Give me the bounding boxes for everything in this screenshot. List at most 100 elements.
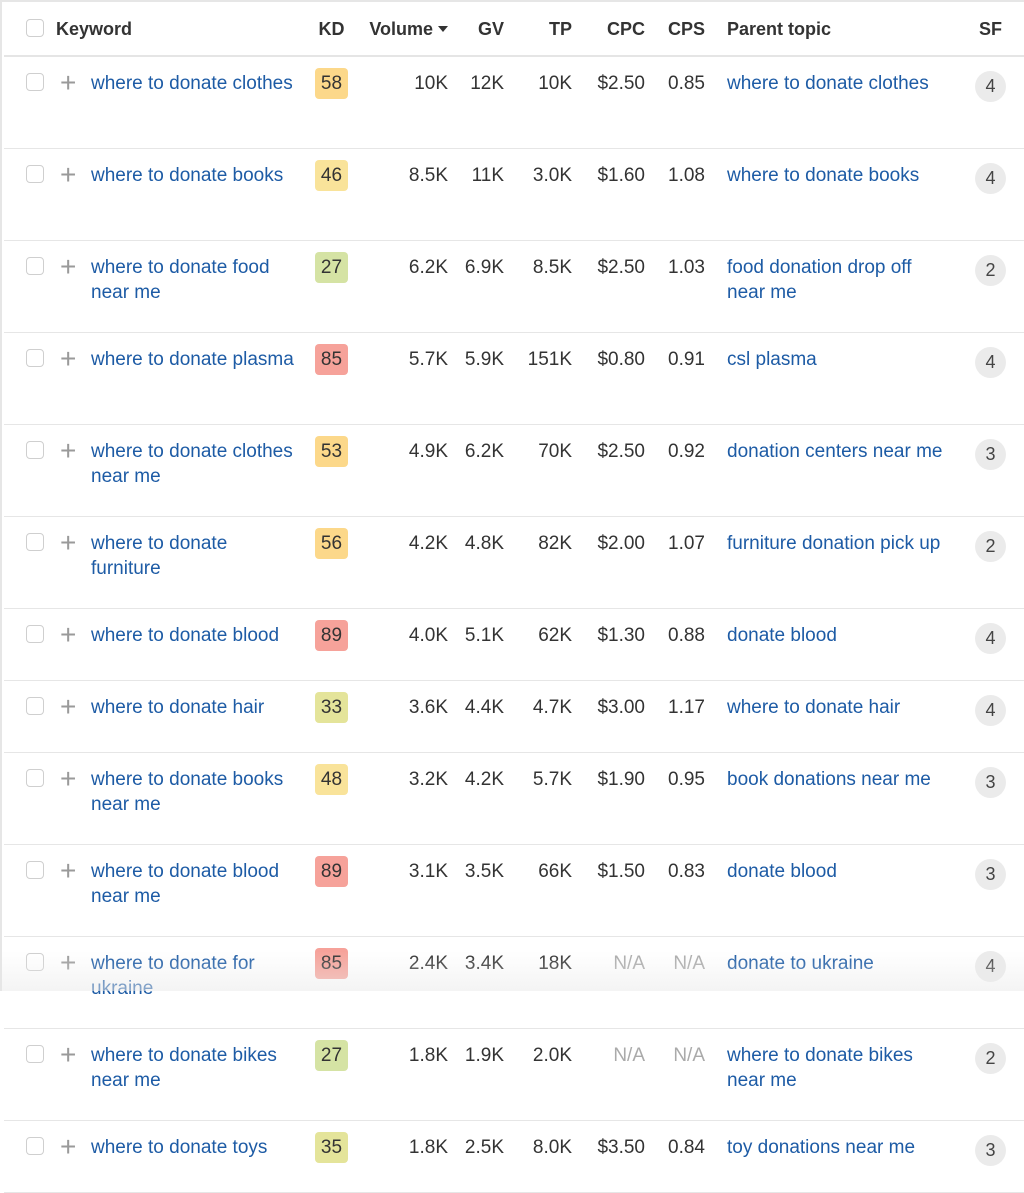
row-checkbox[interactable] xyxy=(26,349,44,367)
parent-topic-link[interactable]: book donations near me xyxy=(727,769,931,790)
column-header-cpc[interactable]: CPC xyxy=(578,4,651,56)
kd-badge: 53 xyxy=(315,436,348,467)
column-header-parent-topic[interactable]: Parent topic xyxy=(713,4,955,56)
keyword-link[interactable]: where to donate blood xyxy=(91,625,279,646)
parent-topic-link[interactable]: donate blood xyxy=(727,861,837,882)
volume-cell: 3.2K xyxy=(408,769,448,790)
keyword-link[interactable]: where to donate clothes xyxy=(91,73,293,94)
row-select-cell xyxy=(4,333,56,425)
keyword-cell: where to donate toys xyxy=(91,1121,309,1193)
keyword-link[interactable]: where to donate plasma xyxy=(91,349,294,370)
parent-topic-link[interactable]: food donation drop off near me xyxy=(727,257,912,303)
serp-features-badge[interactable]: 4 xyxy=(975,347,1006,378)
add-to-list-icon[interactable]: + xyxy=(56,937,91,1029)
serp-features-badge[interactable]: 2 xyxy=(975,1043,1006,1074)
row-checkbox[interactable] xyxy=(26,697,44,715)
keyword-link[interactable]: where to donate for ukraine xyxy=(91,953,255,999)
keyword-link[interactable]: where to donate books near me xyxy=(91,769,283,815)
column-header-keyword[interactable]: Keyword xyxy=(56,4,309,56)
keyword-link[interactable]: where to donate blood near me xyxy=(91,861,279,907)
add-to-list-icon[interactable]: + xyxy=(56,149,91,241)
add-to-list-icon[interactable]: + xyxy=(56,681,91,753)
cpc-cell: N/A xyxy=(613,1045,645,1066)
keyword-link[interactable]: where to donate furniture xyxy=(91,533,227,579)
add-to-list-icon[interactable]: + xyxy=(56,753,91,845)
row-checkbox[interactable] xyxy=(26,953,44,971)
keyword-link[interactable]: where to donate hair xyxy=(91,697,264,718)
column-header-sf[interactable]: SF xyxy=(955,4,1024,56)
row-checkbox[interactable] xyxy=(26,1137,44,1155)
parent-topic-link[interactable]: toy donations near me xyxy=(727,1137,915,1158)
parent-topic-link[interactable]: furniture donation pick up xyxy=(727,533,940,554)
serp-features-badge[interactable]: 2 xyxy=(975,531,1006,562)
column-header-cps[interactable]: CPS xyxy=(651,4,713,56)
row-checkbox[interactable] xyxy=(26,257,44,275)
volume-cell: 2.4K xyxy=(408,953,448,974)
serp-features-badge[interactable]: 4 xyxy=(975,623,1006,654)
serp-features-badge[interactable]: 4 xyxy=(975,951,1006,982)
add-to-list-icon[interactable]: + xyxy=(56,333,91,425)
select-all-checkbox[interactable] xyxy=(26,19,44,38)
parent-topic-link[interactable]: donate blood xyxy=(727,625,837,646)
serp-features-badge[interactable]: 4 xyxy=(975,163,1006,194)
parent-topic-link[interactable]: where to donate hair xyxy=(727,697,900,718)
row-select-cell xyxy=(4,937,56,1029)
row-checkbox[interactable] xyxy=(26,441,44,459)
serp-features-badge[interactable]: 3 xyxy=(975,767,1006,798)
tp-cell: 10K xyxy=(538,73,572,94)
tp-cell: 4.7K xyxy=(532,697,572,718)
serp-features-badge[interactable]: 4 xyxy=(975,695,1006,726)
serp-features-badge[interactable]: 4 xyxy=(975,71,1006,102)
row-checkbox[interactable] xyxy=(26,861,44,879)
row-checkbox[interactable] xyxy=(26,625,44,643)
serp-features-badge[interactable]: 3 xyxy=(975,439,1006,470)
kd-cell: 48 xyxy=(309,753,354,845)
add-to-list-icon[interactable]: + xyxy=(56,1121,91,1193)
row-checkbox[interactable] xyxy=(26,165,44,183)
add-to-list-icon[interactable]: + xyxy=(56,56,91,149)
keyword-link[interactable]: where to donate books xyxy=(91,165,283,186)
cpc-cell: $1.50 xyxy=(597,861,645,882)
cps-cell: 0.88 xyxy=(668,625,705,646)
add-to-list-icon[interactable]: + xyxy=(56,425,91,517)
tp-cell: 151K xyxy=(527,349,572,370)
keyword-cell: where to donate blood near me xyxy=(91,845,309,937)
add-to-list-icon[interactable]: + xyxy=(56,845,91,937)
row-checkbox[interactable] xyxy=(26,73,44,91)
parent-topic-link[interactable]: donate to ukraine xyxy=(727,953,874,974)
keyword-link[interactable]: where to donate food near me xyxy=(91,257,270,303)
row-checkbox[interactable] xyxy=(26,533,44,551)
column-header-kd[interactable]: KD xyxy=(309,4,354,56)
add-to-list-icon[interactable]: + xyxy=(56,1029,91,1121)
column-header-volume[interactable]: Volume xyxy=(354,4,448,56)
row-checkbox[interactable] xyxy=(26,769,44,787)
keyword-cell: where to donate plasma xyxy=(91,333,309,425)
row-checkbox[interactable] xyxy=(26,1045,44,1063)
parent-topic-link[interactable]: donation centers near me xyxy=(727,441,942,462)
add-to-list-icon[interactable]: + xyxy=(56,609,91,681)
serp-features-badge[interactable]: 3 xyxy=(975,1135,1006,1166)
parent-topic-link[interactable]: csl plasma xyxy=(727,349,817,370)
keyword-link[interactable]: where to donate clothes near me xyxy=(91,441,293,487)
gv-cell: 3.4K xyxy=(464,953,504,974)
parent-topic-link[interactable]: where to donate books xyxy=(727,165,919,186)
parent-topic-cell: where to donate clothes xyxy=(713,56,955,149)
sf-cell: 4 xyxy=(955,149,1024,241)
column-header-tp[interactable]: TP xyxy=(510,4,578,56)
parent-topic-link[interactable]: where to donate clothes xyxy=(727,73,929,94)
tp-cell: 18K xyxy=(538,953,572,974)
add-to-list-icon[interactable]: + xyxy=(56,241,91,333)
add-to-list-icon[interactable]: + xyxy=(56,517,91,609)
parent-topic-link[interactable]: where to donate bikes near me xyxy=(727,1045,913,1091)
serp-features-badge[interactable]: 2 xyxy=(975,255,1006,286)
table-row: + where to donate books near me 48 3.2K … xyxy=(4,753,1024,845)
kd-badge: 46 xyxy=(315,160,348,191)
keyword-cell: where to donate furniture xyxy=(91,517,309,609)
keyword-link[interactable]: where to donate toys xyxy=(91,1137,267,1158)
keyword-link[interactable]: where to donate bikes near me xyxy=(91,1045,277,1091)
row-select-cell xyxy=(4,681,56,753)
sf-cell: 3 xyxy=(955,845,1024,937)
row-select-cell xyxy=(4,425,56,517)
column-header-gv[interactable]: GV xyxy=(448,4,510,56)
serp-features-badge[interactable]: 3 xyxy=(975,859,1006,890)
